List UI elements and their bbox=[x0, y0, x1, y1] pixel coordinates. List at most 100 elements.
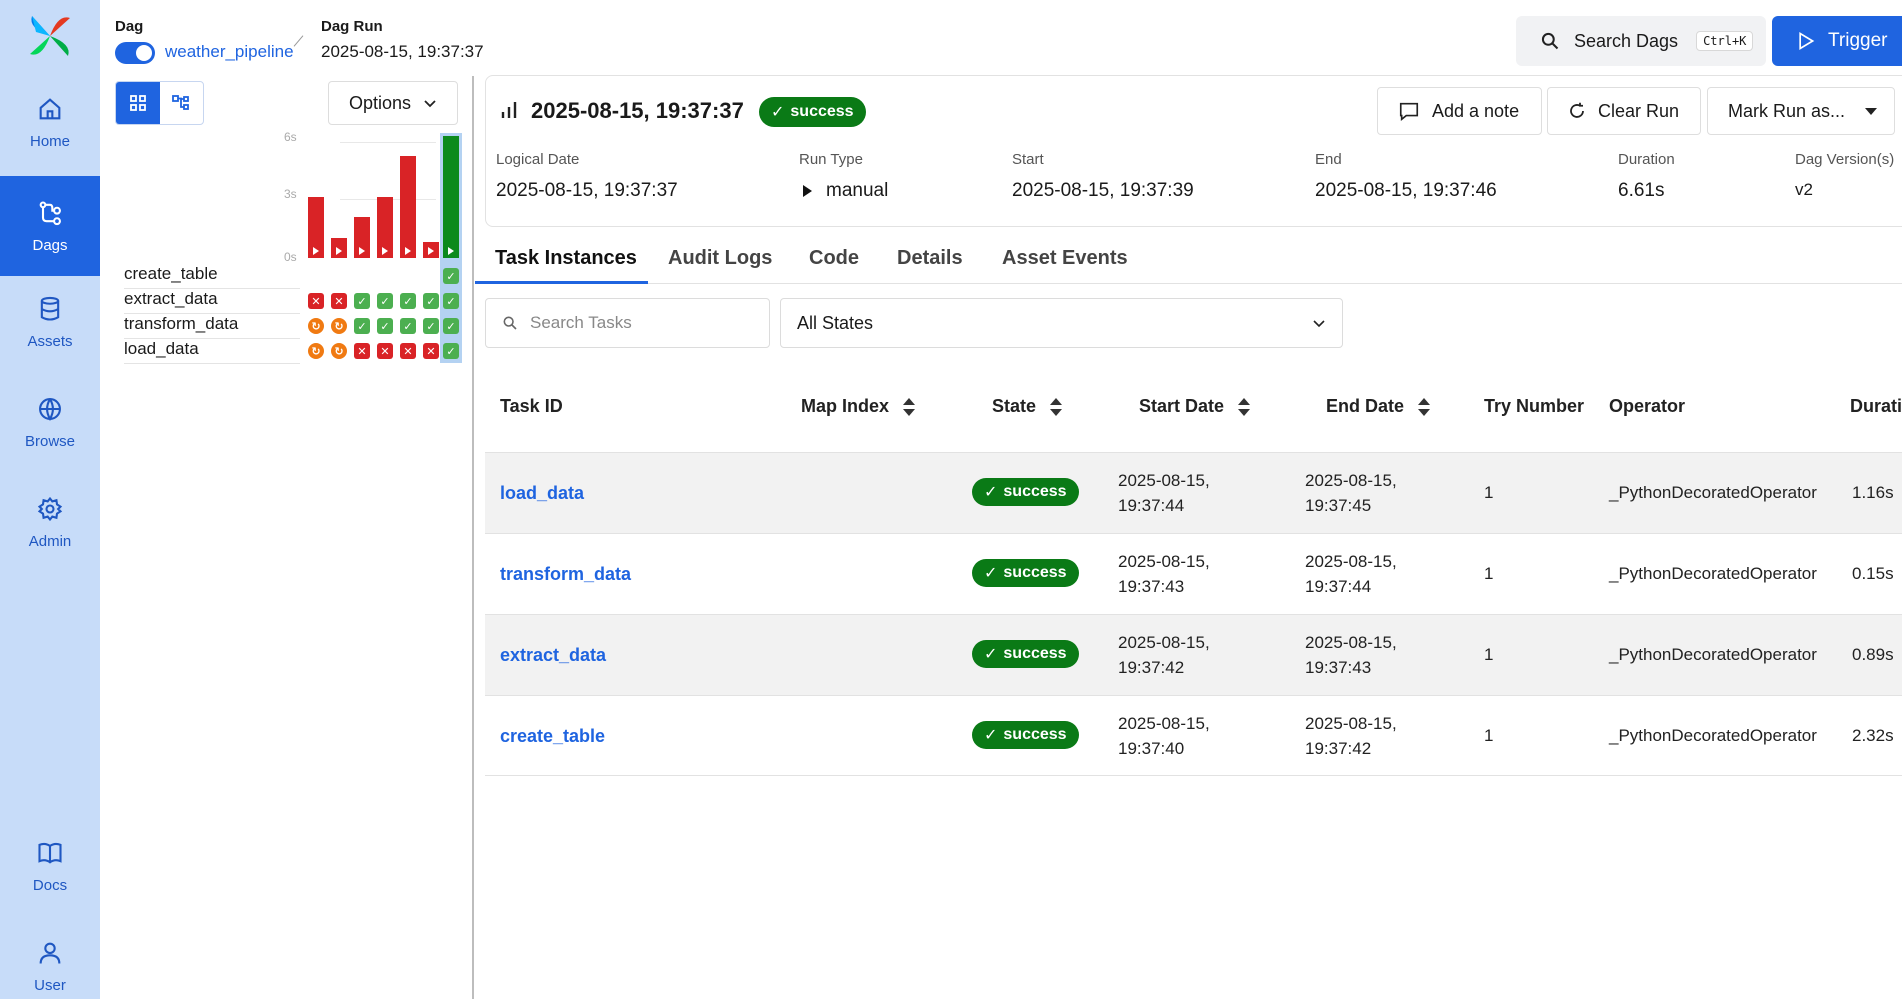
duration-bar[interactable] bbox=[354, 217, 370, 258]
task-instance-cell[interactable]: ✓ bbox=[400, 293, 416, 309]
sidebar-item-user[interactable]: User bbox=[0, 916, 100, 999]
sidebar-item-assets[interactable]: Assets bbox=[0, 272, 100, 372]
task-instance-cell[interactable]: ✓ bbox=[377, 318, 393, 334]
search-dags-label: Search Dags bbox=[1574, 30, 1679, 51]
trigger-button[interactable]: Trigger bbox=[1772, 16, 1902, 66]
task-instance-cell[interactable]: ✓ bbox=[400, 318, 416, 334]
task-instance-cell[interactable]: ✓ bbox=[377, 293, 393, 309]
search-tasks-placeholder: Search Tasks bbox=[530, 313, 632, 332]
graph-view-button[interactable] bbox=[160, 82, 204, 124]
tab-audit-logs[interactable]: Audit Logs bbox=[668, 247, 772, 270]
task-instance-cell[interactable]: ↻ bbox=[308, 343, 324, 359]
status-badge: ✓ success bbox=[759, 97, 866, 127]
add-note-button[interactable]: Add a note bbox=[1377, 87, 1542, 135]
column-header-try-number[interactable]: Try Number bbox=[1484, 396, 1584, 417]
dag-name-link[interactable]: weather_pipeline bbox=[165, 42, 294, 62]
tab-details[interactable]: Details bbox=[897, 247, 963, 270]
clear-run-button[interactable]: Clear Run bbox=[1547, 87, 1701, 135]
duration-bar[interactable] bbox=[423, 241, 439, 258]
sidebar-item-label: User bbox=[34, 976, 66, 994]
sidebar-item-admin[interactable]: Admin bbox=[0, 472, 100, 572]
column-header-duration[interactable]: Durati bbox=[1850, 396, 1902, 417]
grid-task-row[interactable]: transform_data bbox=[124, 314, 300, 339]
task-id-link[interactable]: extract_data bbox=[500, 645, 606, 666]
table-row[interactable]: load_data ✓ success 2025-08-15, 19:37:44 2… bbox=[485, 452, 1902, 533]
duration-bar[interactable] bbox=[377, 197, 393, 258]
duration-bar[interactable] bbox=[308, 197, 324, 258]
task-instance-cell[interactable]: ✓ bbox=[423, 293, 439, 309]
sidebar-item-label: Dags bbox=[32, 236, 68, 254]
end-date-text: 2025-08-15, bbox=[1305, 471, 1397, 490]
sidebar-item-docs[interactable]: Docs bbox=[0, 816, 100, 916]
task-instance-cell[interactable]: ✓ bbox=[443, 268, 459, 284]
task-instance-cell[interactable]: ✓ bbox=[443, 343, 459, 359]
task-instance-cell[interactable]: ↻ bbox=[331, 343, 347, 359]
duration-cell: 0.89s bbox=[1852, 645, 1894, 664]
column-header-task-id[interactable]: Task ID bbox=[500, 396, 563, 417]
panel-splitter[interactable] bbox=[472, 76, 474, 999]
task-instance-cell[interactable]: ✕ bbox=[377, 343, 393, 359]
sidebar-item-label: Browse bbox=[24, 432, 76, 450]
grid-view-button[interactable] bbox=[116, 82, 160, 124]
mark-run-as-button[interactable]: Mark Run as... bbox=[1707, 87, 1895, 135]
state-filter-select[interactable]: All States bbox=[780, 298, 1343, 348]
task-instance-cell[interactable]: ✓ bbox=[354, 318, 370, 334]
search-tasks-input[interactable]: Search Tasks bbox=[485, 298, 770, 348]
comment-icon bbox=[1399, 102, 1419, 121]
search-dags-button[interactable]: Search Dags Ctrl+K bbox=[1516, 16, 1766, 66]
table-row[interactable]: create_table ✓ success 2025-08-15, 19:37:4… bbox=[485, 695, 1902, 776]
task-instance-cell[interactable]: ✓ bbox=[423, 318, 439, 334]
task-instance-cell[interactable]: ✕ bbox=[331, 293, 347, 309]
tab-task-instances[interactable]: Task Instances bbox=[495, 247, 637, 270]
dag-version-value[interactable]: v2 bbox=[1795, 180, 1813, 200]
task-instance-cell[interactable]: ✕ bbox=[308, 293, 324, 309]
play-icon bbox=[359, 246, 365, 255]
task-instance-cell[interactable]: ✕ bbox=[400, 343, 416, 359]
task-instance-cell[interactable]: ✕ bbox=[354, 343, 370, 359]
column-header-label: Start Date bbox=[1139, 396, 1225, 416]
task-instance-cell[interactable]: ↻ bbox=[308, 318, 324, 334]
task-id-link[interactable]: transform_data bbox=[500, 564, 631, 585]
task-id-link[interactable]: load_data bbox=[500, 483, 584, 504]
sidebar-item-browse[interactable]: Browse bbox=[0, 372, 100, 472]
task-instance-cell[interactable]: ✓ bbox=[443, 293, 459, 309]
play-icon bbox=[448, 247, 454, 255]
grid-task-row[interactable]: load_data bbox=[124, 339, 300, 364]
task-instance-cell[interactable]: ✓ bbox=[354, 293, 370, 309]
operator-cell: _PythonDecoratedOperator bbox=[1609, 645, 1817, 664]
duration-bar[interactable] bbox=[443, 136, 459, 258]
column-header-end-date[interactable]: End Date bbox=[1326, 396, 1431, 417]
status-badge: ✓ success bbox=[972, 721, 1079, 749]
task-instance-cell[interactable]: ↻ bbox=[331, 318, 347, 334]
grid-task-row[interactable]: extract_data bbox=[124, 289, 300, 314]
start-date-cell: 2025-08-15, 19:37:43 bbox=[1118, 549, 1210, 599]
tab-code[interactable]: Code bbox=[809, 247, 859, 270]
end-date-cell: 2025-08-15, 19:37:42 bbox=[1305, 711, 1397, 761]
sidebar-item-dags[interactable]: Dags bbox=[0, 176, 100, 276]
duration-bar[interactable] bbox=[400, 156, 416, 258]
grid-task-row[interactable]: create_table bbox=[124, 264, 300, 289]
task-id-link[interactable]: create_table bbox=[500, 726, 605, 747]
table-row[interactable]: transform_data ✓ success 2025-08-15, 19:37… bbox=[485, 533, 1902, 614]
task-instance-cell[interactable]: ✕ bbox=[423, 343, 439, 359]
column-header-map-index[interactable]: Map Index bbox=[801, 396, 916, 417]
options-button[interactable]: Options bbox=[328, 81, 458, 125]
status-badge: ✓ success bbox=[972, 640, 1079, 668]
duration-bar[interactable] bbox=[331, 237, 347, 258]
start-value: 2025-08-15, 19:37:39 bbox=[1012, 180, 1194, 201]
task-instance-cell[interactable]: ✓ bbox=[443, 318, 459, 334]
sidebar-item-home[interactable]: Home bbox=[0, 72, 100, 172]
start-label: Start bbox=[1012, 151, 1044, 168]
column-header-start-date[interactable]: Start Date bbox=[1139, 396, 1251, 417]
dag-pause-toggle[interactable] bbox=[115, 42, 155, 64]
tab-asset-events[interactable]: Asset Events bbox=[1002, 247, 1128, 270]
end-date-text: 2025-08-15, bbox=[1305, 552, 1397, 571]
dag-run-label: Dag Run bbox=[321, 18, 383, 35]
airflow-logo[interactable] bbox=[26, 12, 74, 60]
globe-icon bbox=[39, 397, 61, 421]
duration-gridline bbox=[340, 142, 436, 143]
column-header-operator[interactable]: Operator bbox=[1609, 396, 1685, 417]
search-icon bbox=[1541, 32, 1559, 50]
column-header-state[interactable]: State bbox=[992, 396, 1063, 417]
table-row[interactable]: extract_data ✓ success 2025-08-15, 19:37:4… bbox=[485, 614, 1902, 695]
